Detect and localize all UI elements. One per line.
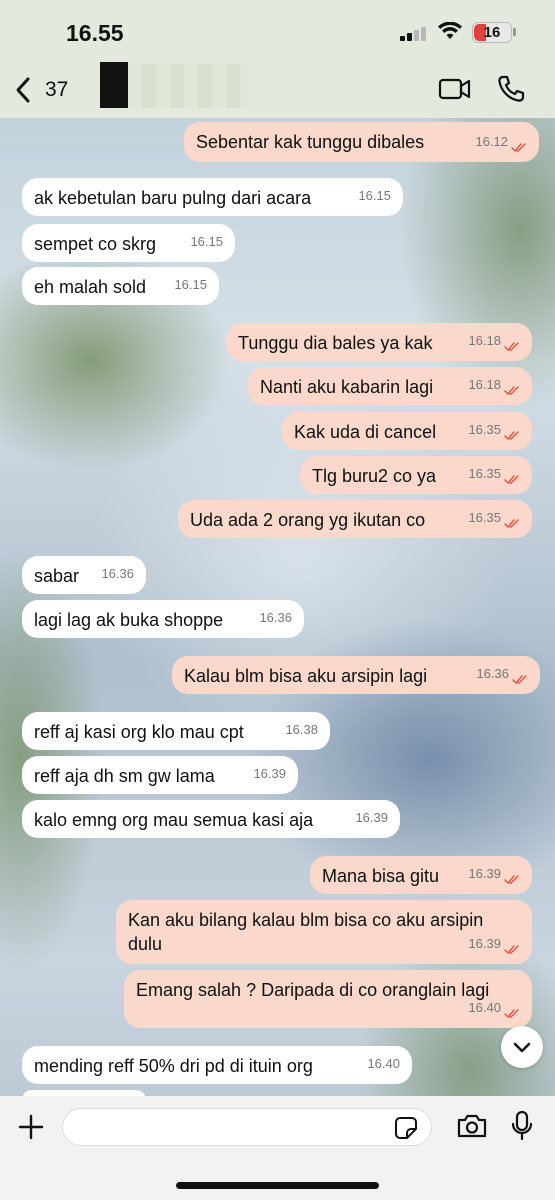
home-indicator[interactable] [176, 1182, 379, 1189]
message-bubble[interactable]: Kan aku bilang kalau blm bisa co aku ars… [116, 900, 532, 964]
message-time: 16.18 [468, 377, 501, 392]
message-time: 16.36 [259, 610, 292, 625]
chevron-down-icon [513, 1042, 531, 1053]
message-time: 16.35 [468, 422, 501, 437]
message-text: Kak uda di cancel [294, 422, 437, 442]
message-bubble[interactable]: Uda ada 2 orang yg ikutan co 16.35 [178, 500, 532, 538]
message-text: Nanti aku kabarin lagi [260, 377, 434, 397]
message-bubble[interactable]: Nanti aku kabarin lagi 16.18 [248, 367, 532, 405]
message-time: 16.35 [468, 466, 501, 481]
message-bubble[interactable]: sabar 16.36 [22, 556, 146, 594]
mic-icon[interactable] [510, 1110, 534, 1142]
message-time: 16.15 [190, 234, 223, 249]
message-time: 16.12 [475, 134, 508, 149]
message-text: mending reff 50% dri pd di ituin org [34, 1056, 313, 1076]
message-text: sabar [34, 566, 80, 586]
status-bar: 16.55 16 [0, 0, 555, 62]
message-text: Uda ada 2 orang yg ikutan co [190, 510, 426, 530]
message-time: 16.39 [468, 936, 501, 951]
back-unread-count[interactable]: 37 [45, 78, 68, 102]
message-text: Kalau blm bisa aku arsipin lagi [184, 666, 428, 686]
message-bubble[interactable]: reff aja dh sm gw lama 16.39 [22, 756, 298, 794]
read-ticks-icon [504, 336, 520, 352]
message-bubble[interactable]: Kalau blm bisa aku arsipin lagi 16.36 [172, 656, 540, 694]
scroll-to-bottom-button[interactable] [501, 1026, 543, 1068]
wifi-icon [438, 22, 462, 39]
read-ticks-icon [504, 1003, 520, 1019]
message-time: 16.35 [468, 510, 501, 525]
message-time: 16.18 [468, 333, 501, 348]
message-bubble[interactable]: Emang salah ? Daripada di co oranglain l… [124, 970, 532, 1028]
message-time: 16.36 [101, 566, 134, 581]
message-bubble[interactable]: lagi lag ak buka shoppe 16.36 [22, 600, 304, 638]
message-text: ak kebetulan baru pulng dari acara [34, 188, 312, 208]
message-time: 16.39 [468, 866, 501, 881]
read-ticks-icon [512, 669, 528, 685]
message-time: 16.15 [358, 188, 391, 203]
message-text: lagi lag ak buka shoppe [34, 610, 224, 630]
message-text: Sebentar kak tunggu dibales [196, 132, 425, 152]
read-ticks-icon [504, 939, 520, 955]
read-ticks-icon [504, 425, 520, 441]
message-bubble[interactable]: Tlg buru2 co ya 16.35 [300, 456, 532, 494]
message-time: 16.39 [355, 810, 388, 825]
message-bubble[interactable]: Kak uda di cancel 16.35 [282, 412, 532, 450]
status-time: 16.55 [66, 20, 124, 46]
message-bubble[interactable]: Mana bisa gitu 16.39 [310, 856, 532, 894]
message-bubble[interactable]: ak kebetulan baru pulng dari acara 16.15 [22, 178, 403, 216]
message-bubble[interactable]: kalo emng org mau semua kasi aja 16.39 [22, 800, 400, 838]
phone-icon[interactable] [496, 74, 526, 104]
message-text: Tunggu dia bales ya kak [238, 333, 433, 353]
cellular-signal-icon [400, 27, 428, 41]
message-list[interactable]: Sebentar kak tunggu dibales 16.12 ak keb… [0, 0, 555, 1200]
message-text: kalo emng org mau semua kasi aja [34, 810, 314, 830]
message-text: eh malah sold [34, 277, 147, 297]
message-time: 16.15 [174, 277, 207, 292]
message-text: sempet co skrg [34, 234, 157, 254]
message-time: 16.39 [253, 766, 286, 781]
message-time: 16.40 [468, 1000, 501, 1015]
message-time: 16.40 [367, 1056, 400, 1071]
message-text: Kan aku bilang kalau blm bisa co aku ars… [128, 910, 484, 954]
message-bubble[interactable]: Tunggu dia bales ya kak 16.18 [226, 323, 532, 361]
video-call-icon[interactable] [438, 76, 472, 102]
message-bubble[interactable]: mending reff 50% dri pd di ituin org 16.… [22, 1046, 412, 1084]
read-ticks-icon [504, 380, 520, 396]
battery-icon: 16 [472, 22, 512, 43]
message-time: 16.36 [476, 666, 509, 681]
message-text: reff aj kasi org klo mau cpt [34, 722, 244, 742]
contact-name-redacted[interactable] [128, 64, 248, 108]
message-text: Tlg buru2 co ya [312, 466, 437, 486]
chat-header: 37 [0, 62, 555, 118]
read-ticks-icon [504, 869, 520, 885]
message-bubble[interactable]: Sebentar kak tunggu dibales 16.12 [184, 122, 539, 162]
message-input[interactable] [62, 1108, 432, 1146]
message-text: Emang salah ? Daripada di co oranglain l… [136, 980, 490, 1000]
read-ticks-icon [511, 137, 527, 153]
message-bubble[interactable]: sempet co skrg 16.15 [22, 224, 235, 262]
message-text: reff aja dh sm gw lama [34, 766, 215, 786]
avatar[interactable] [100, 62, 128, 108]
camera-icon[interactable] [456, 1112, 488, 1140]
message-time: 16.38 [285, 722, 318, 737]
sticker-icon[interactable] [394, 1116, 418, 1140]
read-ticks-icon [504, 469, 520, 485]
back-chevron-icon[interactable] [14, 76, 32, 104]
battery-level: 16 [483, 24, 501, 41]
message-bubble[interactable]: reff aj kasi org klo mau cpt 16.38 [22, 712, 330, 750]
read-ticks-icon [504, 513, 520, 529]
message-text: Mana bisa gitu [322, 866, 440, 886]
plus-icon[interactable] [18, 1114, 44, 1140]
message-bubble[interactable]: eh malah sold 16.15 [22, 267, 219, 305]
